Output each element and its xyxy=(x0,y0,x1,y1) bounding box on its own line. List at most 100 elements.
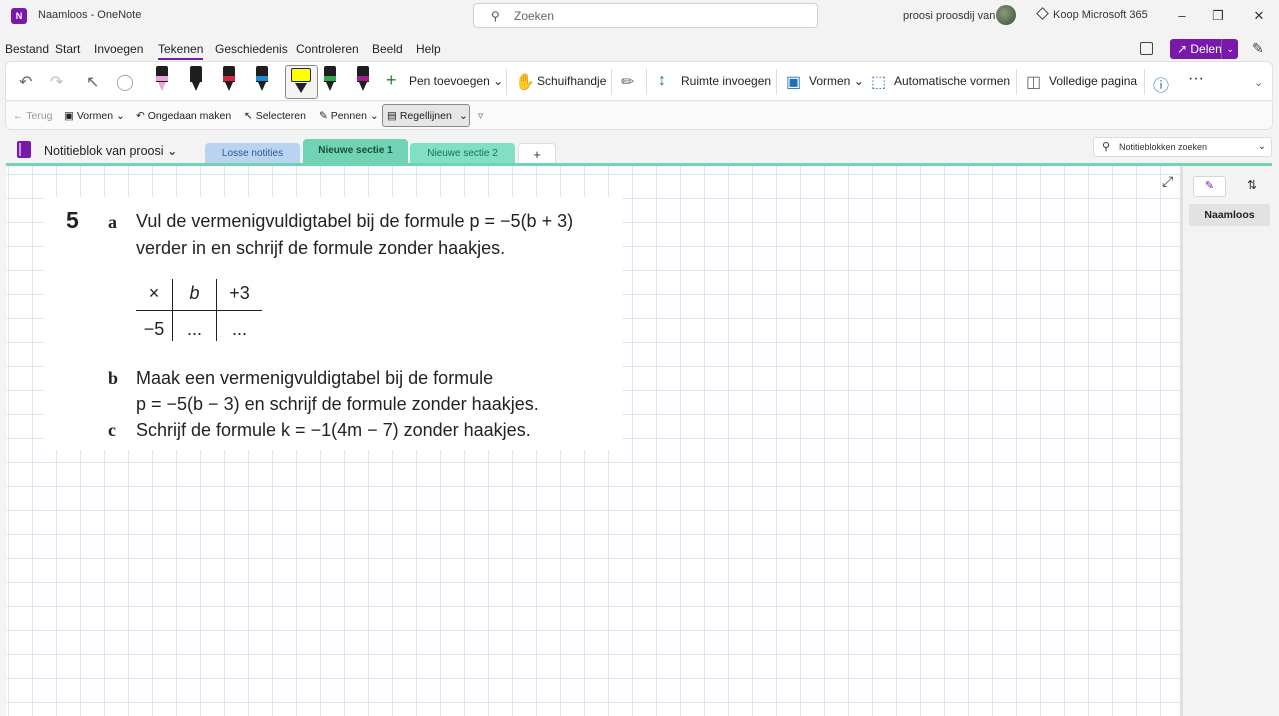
share-label: Delen xyxy=(1190,42,1222,56)
eraser-icon[interactable]: ◯ xyxy=(116,72,134,92)
drawing-subbar: ← Terug ▣ Vormen ⌄ ↶ Ongedaan maken ↖ Se… xyxy=(5,102,1273,130)
menu-bestand[interactable]: Bestand xyxy=(5,42,49,56)
window-title: Naamloos - OneNote xyxy=(38,9,142,21)
full-page-button[interactable]: Volledige pagina xyxy=(1049,74,1137,88)
add-section-button[interactable]: + xyxy=(518,143,556,165)
notebook-icon xyxy=(17,141,31,158)
separator xyxy=(776,69,777,95)
back-label: Terug xyxy=(26,110,53,122)
hand-icon: ✋ xyxy=(515,74,535,91)
undo-label: Ongedaan maken xyxy=(147,110,232,122)
help-icon[interactable]: ⓘ xyxy=(1153,72,1169,96)
search-placeholder: Zoeken xyxy=(514,9,555,23)
add-pen-button[interactable]: Pen toevoegen ⌄ xyxy=(409,74,503,88)
pens-label: Pennen xyxy=(330,110,367,122)
separator xyxy=(611,69,612,95)
more-button[interactable]: ··· xyxy=(1188,70,1204,88)
part-b-line-2: p = −5(b − 3) en schrijf de formule zond… xyxy=(136,394,539,414)
share-button[interactable]: ↗ Delen ⌄ xyxy=(1170,39,1238,59)
minimize-button[interactable]: – xyxy=(1172,6,1192,26)
chevron-down-icon[interactable]: ⌄ xyxy=(1254,76,1263,89)
shapes-dropdown[interactable]: ▣ Vormen ⌄ xyxy=(64,110,125,122)
ruler-icon[interactable]: ✏ xyxy=(621,72,634,92)
notebook-search-input[interactable]: ⚲ Notitieblokken zoeken ⌄ xyxy=(1093,137,1272,157)
page-item-naamloos[interactable]: Naamloos xyxy=(1189,204,1270,226)
avatar[interactable] xyxy=(996,5,1016,25)
pen-green[interactable] xyxy=(322,66,338,94)
section-tab-nieuwe-sectie-2[interactable]: Nieuwe sectie 2 xyxy=(410,143,515,165)
table-row-cell: ... xyxy=(231,319,247,339)
back-button[interactable]: ← Terug xyxy=(13,110,53,122)
search-input[interactable]: ⚲ Zoeken xyxy=(473,3,818,28)
menu-beeld[interactable]: Beeld xyxy=(372,42,403,56)
menu-bar: Bestand Start Invoegen Tekenen Geschiede… xyxy=(0,38,1279,60)
close-button[interactable]: ✕ xyxy=(1249,6,1269,26)
auto-shapes-icon: ⬚ xyxy=(871,74,887,91)
part-a-line-1: Vul de vermenigvuldigtabel bij de formul… xyxy=(136,211,574,231)
rule-lines-toggle[interactable]: ▤ Regellijnen ⌄ xyxy=(382,104,470,127)
highlighter-yellow[interactable] xyxy=(285,65,318,99)
menu-help[interactable]: Help xyxy=(416,42,441,56)
menu-invoegen[interactable]: Invoegen xyxy=(94,42,143,56)
pan-button[interactable]: Schuifhandje xyxy=(537,74,606,88)
add-page-button[interactable]: ✎ xyxy=(1193,176,1226,197)
add-pen-label: Pen toevoegen xyxy=(409,74,490,88)
pen-red[interactable] xyxy=(221,66,237,94)
plus-icon: + xyxy=(386,70,397,90)
part-a-letter: a xyxy=(108,212,117,232)
undo-icon[interactable]: ↶ xyxy=(19,72,32,92)
menu-tekenen[interactable]: Tekenen xyxy=(158,42,204,60)
pen-black[interactable] xyxy=(188,66,204,94)
section-tab-nieuwe-sectie-1[interactable]: Nieuwe sectie 1 xyxy=(303,139,408,165)
menu-controleren[interactable]: Controleren xyxy=(296,42,359,56)
search-icon: ⚲ xyxy=(491,9,500,23)
diamond-icon xyxy=(1036,7,1049,20)
part-b-line-1: Maak een vermenigvuldigtabel bij de form… xyxy=(136,368,494,388)
exercise-number: 5 xyxy=(66,207,79,233)
menu-geschiedenis[interactable]: Geschiedenis xyxy=(215,42,288,56)
pen-purple[interactable] xyxy=(355,66,371,94)
separator xyxy=(646,69,647,95)
table-header-cell: × xyxy=(148,283,160,303)
notebook-selector[interactable]: Notitieblok van proosi ⌄ xyxy=(44,143,177,158)
exercise-image[interactable]: 5 a Vul de vermenigvuldigtabel bij de fo… xyxy=(44,197,622,450)
user-name[interactable]: proosi proosdij van xyxy=(903,10,995,22)
buy-microsoft-365-link[interactable]: Koop Microsoft 365 xyxy=(1036,7,1148,21)
buy-label: Koop Microsoft 365 xyxy=(1053,9,1148,21)
part-c-line-1: Schrijf de formule k = −1(4m − 7) zonder… xyxy=(136,420,531,440)
redo-icon[interactable]: ↷ xyxy=(50,72,63,92)
title-bar: N Naamloos - OneNote ⚲ Zoeken proosi pro… xyxy=(0,0,1279,32)
sort-icon[interactable]: ⇅ xyxy=(1247,178,1257,192)
pens-dropdown[interactable]: ✎ Pennen ⌄ xyxy=(319,110,379,122)
shapes-icon: ▣ xyxy=(786,74,802,91)
separator xyxy=(1016,69,1017,95)
select-button[interactable]: ↖ Selecteren xyxy=(244,110,306,122)
restore-button[interactable]: ❐ xyxy=(1208,6,1228,26)
table-row-cell: −5 xyxy=(143,319,165,339)
shapes-button[interactable]: Vormen ⌄ xyxy=(809,74,864,88)
search-icon: ⚲ xyxy=(1102,141,1111,153)
chevron-down-icon: ⌄ xyxy=(1221,39,1234,59)
insert-space-icon: ↕ xyxy=(658,72,666,89)
immersive-reader-icon[interactable] xyxy=(1140,42,1153,55)
part-a-line-2: verder in en schrijf de formule zonder h… xyxy=(136,238,506,258)
section-tab-losse-notities[interactable]: Losse notities xyxy=(205,143,300,165)
customize-toolbar-icon[interactable]: ▿ xyxy=(478,110,483,122)
rule-lines-text: Regellijnen xyxy=(399,110,452,122)
pen-pink[interactable] xyxy=(154,66,170,94)
insert-space-button[interactable]: Ruimte invoegen xyxy=(681,74,771,88)
comments-icon[interactable]: ✎ xyxy=(1252,40,1268,56)
separator xyxy=(506,69,507,95)
drawing-ribbon: ↶ ↷ ↖ ◯ + Pen toevoegen ⌄ ✋ Schuifhandje… xyxy=(5,61,1273,101)
auto-shapes-button[interactable]: Automatische vormen xyxy=(894,74,1010,88)
multiplication-table: × b +3 −5 ... ... xyxy=(136,279,262,341)
lasso-select-icon[interactable]: ↖ xyxy=(86,72,99,92)
shapes-label: Vormen xyxy=(809,74,851,88)
expand-icon[interactable]: ⤢ xyxy=(1162,173,1173,190)
chevron-down-icon: ⌄ xyxy=(1257,141,1266,152)
undo-button[interactable]: ↶ Ongedaan maken xyxy=(136,110,231,122)
menu-start[interactable]: Start xyxy=(55,42,80,56)
part-c-letter: c xyxy=(108,420,116,440)
pen-blue[interactable] xyxy=(254,66,270,94)
table-horizontal-line xyxy=(136,310,262,311)
